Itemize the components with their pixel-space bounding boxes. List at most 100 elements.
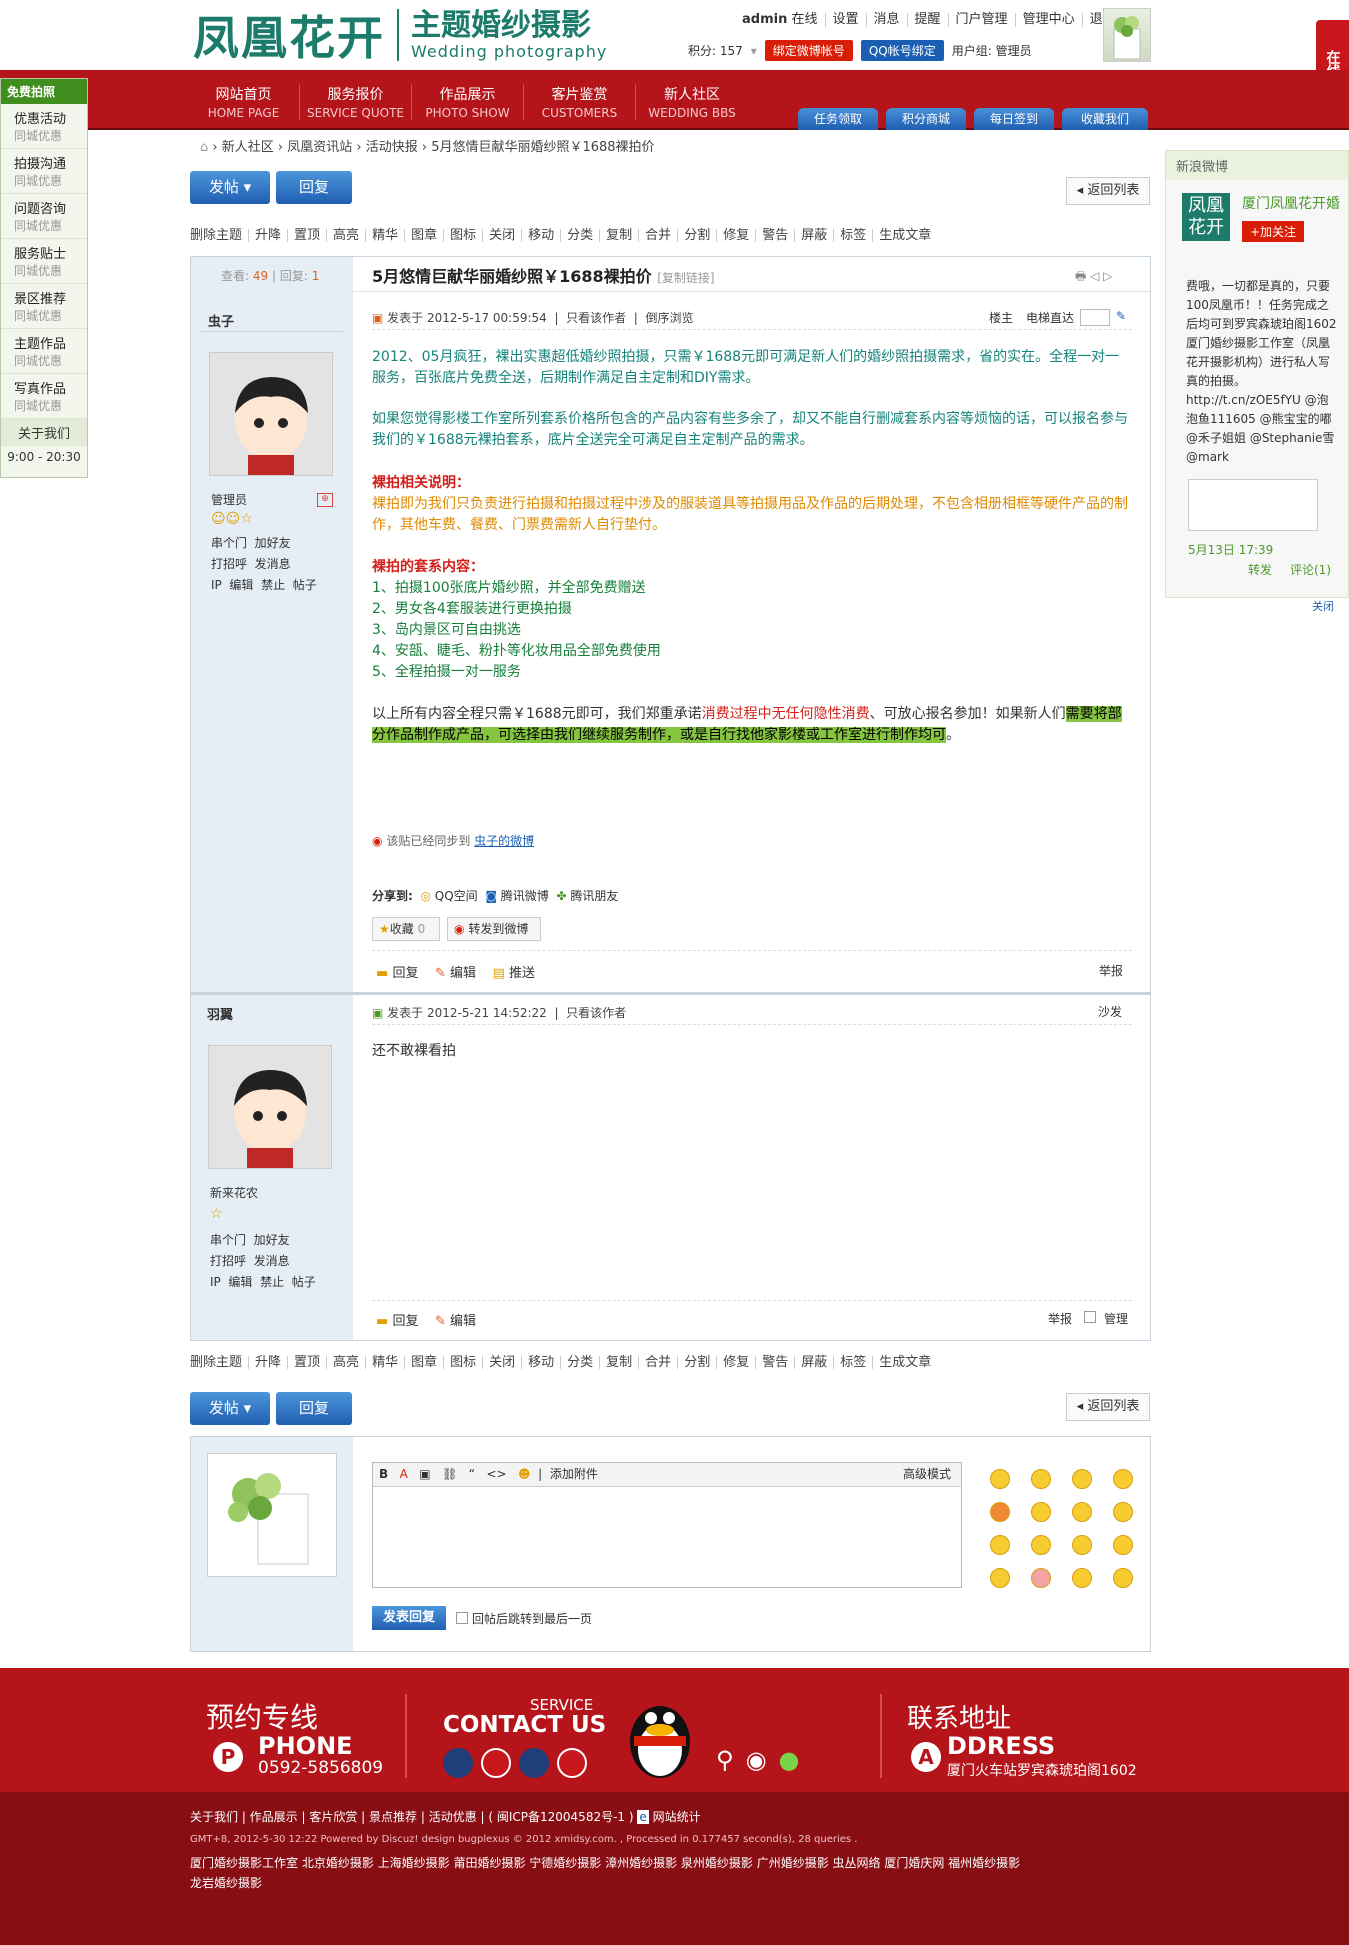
send-msg-link[interactable]: 发消息 — [254, 1254, 290, 1268]
mod-action[interactable]: 生成文章 — [872, 1356, 937, 1369]
mod-action[interactable]: 分类 — [560, 1356, 599, 1369]
mod-action[interactable]: 关闭 — [482, 229, 521, 242]
mod-action[interactable]: 合并 — [638, 229, 677, 242]
new-post-button[interactable]: 发帖 ▾ — [190, 171, 270, 204]
smiley-icon[interactable] — [1072, 1568, 1092, 1588]
crumb-item[interactable]: 活动快报 — [366, 140, 418, 155]
jump-input[interactable] — [1080, 309, 1110, 326]
wrench-icon[interactable]: ✎ — [1116, 309, 1126, 323]
mod-action[interactable]: 置顶 — [287, 1356, 326, 1369]
share-pengyou[interactable]: 腾讯朋友 — [570, 889, 618, 903]
left-item[interactable]: 景区推荐 同城优惠 — [1, 284, 87, 329]
mod-action[interactable]: 置顶 — [287, 229, 326, 242]
smiley-icon[interactable] — [1072, 1535, 1092, 1555]
mod-action[interactable]: 复制 — [599, 229, 638, 242]
report-link[interactable]: 举报 — [1048, 1310, 1072, 1327]
post2-avatar[interactable] — [208, 1045, 332, 1169]
share-tweibo[interactable]: 腾讯微博 — [501, 889, 549, 903]
code-icon[interactable]: <> — [486, 1467, 506, 1481]
mod-action[interactable]: 图章 — [404, 229, 443, 242]
link-settings[interactable]: 设置 — [824, 13, 866, 27]
reply-button[interactable]: 回复 — [276, 1392, 352, 1425]
smiley-icon[interactable] — [1031, 1469, 1051, 1489]
sync-link[interactable]: 虫子的微博 — [474, 834, 534, 848]
poke-link[interactable]: 打招呼 — [211, 557, 247, 571]
back-to-list-button[interactable]: ◂ 返回列表 — [1066, 177, 1150, 205]
mod-action[interactable]: 标签 — [833, 1356, 872, 1369]
post-edit-link[interactable]: 编辑 — [450, 1314, 476, 1329]
attach-link[interactable]: 添加附件 — [550, 1467, 598, 1481]
mod-action[interactable]: 分割 — [677, 1356, 716, 1369]
visit-link[interactable]: 串个门 — [210, 1233, 246, 1247]
bind-qq-button[interactable]: QQ帐号绑定 — [860, 40, 944, 61]
home-icon[interactable]: ⌂ — [200, 140, 208, 155]
mod-action[interactable]: 复制 — [599, 1356, 638, 1369]
ban-link[interactable]: 禁止 — [260, 1275, 284, 1289]
search-icon[interactable]: ⚲ — [716, 1746, 734, 1774]
ban-link[interactable]: 禁止 — [261, 578, 285, 592]
nav-bbs[interactable]: 新人社区 WEDDING BBS — [636, 84, 748, 120]
city-links-2[interactable]: 龙岩婚纱摄影 — [190, 1874, 262, 1891]
qq-icon[interactable] — [443, 1748, 473, 1778]
username[interactable]: admin 在线 — [735, 13, 825, 27]
stat-link[interactable]: 网站统计 — [653, 1810, 701, 1824]
print-prev-next-icons[interactable]: 🖶 ◁ ▷ — [1075, 267, 1112, 288]
mod-action[interactable]: 高亮 — [326, 229, 365, 242]
weibo-comment[interactable]: 评论(1) — [1290, 561, 1331, 578]
mod-action[interactable]: 警告 — [755, 1356, 794, 1369]
advanced-mode-link[interactable]: 高级模式 — [903, 1463, 951, 1485]
add-friend-link[interactable]: 加好友 — [254, 1233, 290, 1247]
post-edit-link[interactable]: 编辑 — [450, 966, 476, 981]
mod-action[interactable]: 修复 — [716, 229, 755, 242]
about-us-link[interactable]: 关于我们 — [1, 419, 87, 446]
smiley-icon[interactable] — [1031, 1568, 1051, 1588]
only-author-link[interactable]: 只看该作者 — [566, 311, 626, 325]
crumb-item[interactable]: 新人社区 — [222, 140, 274, 155]
post1-avatar[interactable] — [209, 352, 333, 476]
post-reply-link[interactable]: 回复 — [392, 1314, 418, 1329]
weibo-forward[interactable]: 转发 — [1248, 561, 1272, 578]
weibo-icon[interactable]: ◉ — [746, 1746, 767, 1774]
mod-action[interactable]: 关闭 — [482, 1356, 521, 1369]
mod-action[interactable]: 移动 — [521, 1356, 560, 1369]
mod-action[interactable]: 删除主题 — [190, 1356, 248, 1369]
smiley-icon[interactable] — [1072, 1469, 1092, 1489]
quote-icon[interactable]: “ — [469, 1467, 475, 1481]
mod-action[interactable]: 删除主题 — [190, 229, 248, 242]
left-item[interactable]: 写真作品 同城优惠 — [1, 374, 87, 419]
post-push-link[interactable]: 推送 — [509, 966, 535, 981]
mod-action[interactable]: 升降 — [248, 1356, 287, 1369]
posts-link[interactable]: 帖子 — [292, 1275, 316, 1289]
smiley-icon[interactable] — [1031, 1502, 1051, 1522]
link-admin-center[interactable]: 管理中心 — [1014, 13, 1082, 27]
link-messages[interactable]: 消息 — [865, 13, 907, 27]
left-item[interactable]: 拍摄沟通 同城优惠 — [1, 149, 87, 194]
link-icon[interactable]: ⛓ — [442, 1467, 457, 1481]
send-msg-link[interactable]: 发消息 — [255, 557, 291, 571]
city-links[interactable]: 厦门婚纱摄影工作室 北京婚纱摄影 上海婚纱摄影 莆田婚纱摄影 宁德婚纱摄影 漳州… — [190, 1854, 1020, 1871]
bind-weibo-button[interactable]: 绑定微博帐号 — [764, 40, 853, 61]
follow-button[interactable]: +加关注 — [1242, 221, 1305, 242]
mod-action[interactable]: 分割 — [677, 229, 716, 242]
copy-link[interactable]: [复制链接] — [657, 271, 714, 285]
manage-checkbox[interactable] — [1084, 1311, 1096, 1323]
smiley-icon[interactable] — [1113, 1535, 1133, 1555]
smiley-icon[interactable] — [990, 1568, 1010, 1588]
smiley-icon[interactable] — [990, 1469, 1010, 1489]
mod-action[interactable]: 屏蔽 — [794, 229, 833, 242]
share-qzone[interactable]: QQ空间 — [435, 889, 478, 903]
mod-action[interactable]: 高亮 — [326, 1356, 365, 1369]
smiley-icon[interactable] — [1113, 1469, 1133, 1489]
qq-icon[interactable] — [481, 1748, 511, 1778]
edit-user-link[interactable]: 编辑 — [228, 1275, 252, 1289]
mod-action[interactable]: 图标 — [443, 1356, 482, 1369]
tab-checkin[interactable]: 每日签到 — [974, 108, 1054, 130]
only-author-link[interactable]: 只看该作者 — [566, 1006, 626, 1020]
weibo-image[interactable] — [1188, 479, 1318, 531]
mod-action[interactable]: 图章 — [404, 1356, 443, 1369]
back-to-list-button[interactable]: ◂ 返回列表 — [1066, 1393, 1150, 1421]
mod-action[interactable]: 标签 — [833, 229, 872, 242]
mod-action[interactable]: 警告 — [755, 229, 794, 242]
mod-action[interactable]: 精华 — [365, 229, 404, 242]
to-weibo-button[interactable]: ◉ 转发到微博 — [447, 917, 541, 941]
